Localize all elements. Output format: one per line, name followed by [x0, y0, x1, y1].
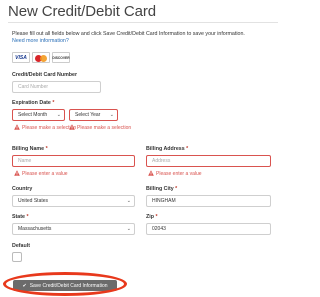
expiration-year-value: Select Year — [75, 112, 101, 118]
expiration-year-error: Please make a selection — [69, 124, 131, 132]
billing-address-label: Billing Address * — [146, 146, 188, 152]
visa-logo: VISA — [12, 52, 30, 63]
warning-icon — [69, 124, 75, 130]
required-mark: * — [52, 100, 55, 106]
warning-icon — [14, 170, 20, 176]
billing-address-input[interactable]: Address — [146, 155, 271, 167]
billing-address-label-text: Billing Address — [146, 146, 185, 152]
title-divider — [8, 22, 278, 23]
required-mark: * — [155, 214, 158, 220]
discover-logo: DISCOVER — [52, 52, 70, 63]
card-number-label: Credit/Debit Card Number — [12, 72, 78, 78]
billing-address-error-text: Please enter a value — [156, 171, 202, 177]
billing-city-label: Billing City * — [146, 186, 177, 192]
zip-label: Zip * — [146, 214, 158, 220]
accepted-cards: VISA DISCOVER — [12, 52, 70, 63]
country-select[interactable]: United States ⌄ — [12, 195, 135, 207]
billing-city-input[interactable]: HINGHAM — [146, 195, 271, 207]
intro-text: Please fill out all fields below and cli… — [12, 31, 245, 45]
billing-address-error: Please enter a value — [148, 170, 202, 178]
warning-icon — [14, 124, 20, 130]
chevron-down-icon: ⌄ — [109, 112, 114, 118]
billing-name-error-text: Please enter a value — [22, 171, 68, 177]
expiration-year-error-text: Please make a selection — [77, 125, 132, 131]
highlight-circle — [3, 272, 127, 296]
chevron-down-icon: ⌄ — [126, 198, 131, 204]
expiration-label-text: Expiration Date — [12, 100, 51, 106]
chevron-down-icon: ⌄ — [56, 112, 61, 118]
more-info-link[interactable]: Need more information? — [12, 38, 245, 45]
state-select[interactable]: Massachusetts ⌄ — [12, 223, 135, 235]
mastercard-logo — [32, 52, 50, 63]
expiration-year-select[interactable]: Select Year ⌄ — [69, 109, 118, 121]
required-mark: * — [186, 146, 189, 152]
billing-name-label: Billing Name * — [12, 146, 48, 152]
country-label: Country — [12, 186, 33, 192]
page-title: New Credit/Debit Card — [8, 3, 156, 20]
card-number-input[interactable]: Card Number — [12, 81, 101, 93]
required-mark: * — [26, 214, 29, 220]
billing-city-label-text: Billing City — [146, 186, 174, 192]
default-checkbox[interactable] — [12, 252, 22, 262]
state-label: State * — [12, 214, 29, 220]
chevron-down-icon: ⌄ — [126, 226, 131, 232]
expiration-month-error: Please make a selection — [14, 124, 76, 132]
zip-input[interactable]: 02043 — [146, 223, 271, 235]
expiration-month-select[interactable]: Select Month ⌄ — [12, 109, 65, 121]
billing-name-label-text: Billing Name — [12, 146, 45, 152]
state-label-text: State — [12, 214, 25, 220]
state-value: Massachusetts — [18, 226, 52, 232]
required-mark: * — [175, 186, 178, 192]
default-label: Default — [12, 243, 30, 249]
billing-name-error: Please enter a value — [14, 170, 68, 178]
country-value: United States — [18, 198, 49, 204]
expiration-date-label: Expiration Date * — [12, 100, 54, 106]
zip-label-text: Zip — [146, 214, 154, 220]
warning-icon — [148, 170, 154, 176]
expiration-month-value: Select Month — [18, 112, 48, 118]
intro-instructions: Please fill out all fields below and cli… — [12, 31, 245, 37]
billing-name-input[interactable]: Name — [12, 155, 135, 167]
required-mark: * — [45, 146, 48, 152]
